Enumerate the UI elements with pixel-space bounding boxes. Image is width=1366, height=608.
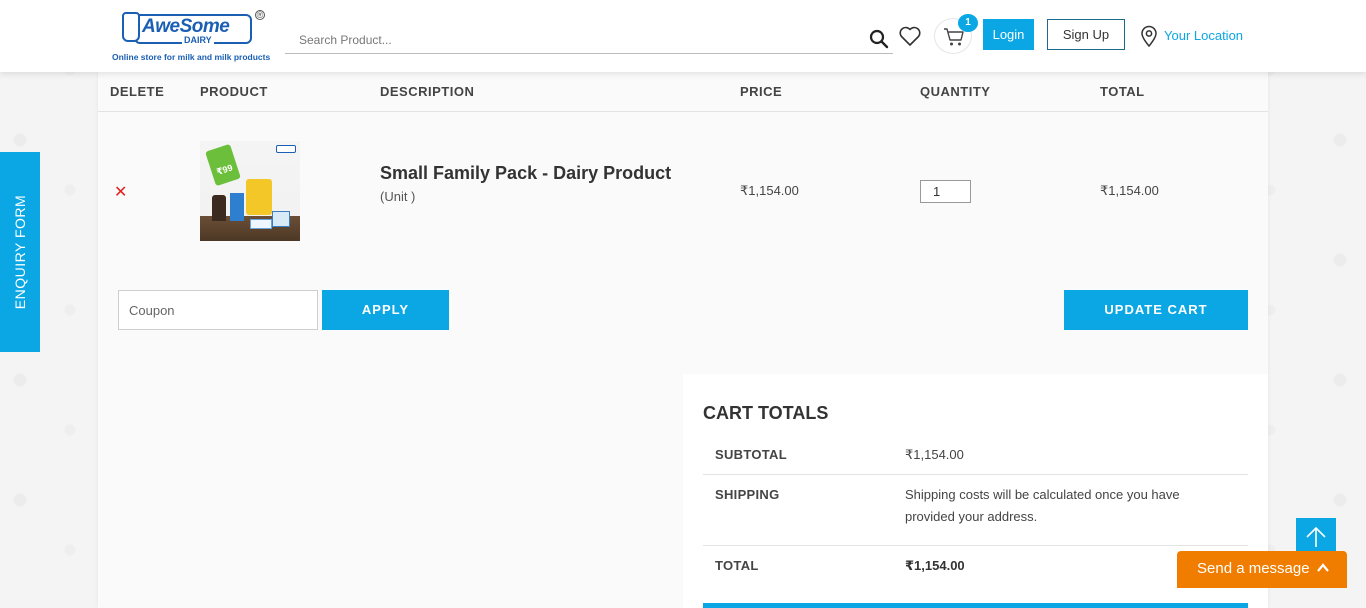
subtotal-value: ₹1,154.00 [905, 447, 964, 462]
total-row: TOTAL ₹1,154.00 [703, 546, 1248, 586]
total-value: ₹1,154.00 [905, 558, 965, 573]
column-header-delete: DELETE [110, 84, 165, 99]
send-message-label: Send a message [1197, 560, 1310, 577]
location-pin-icon [1141, 25, 1157, 47]
subtotal-label: SUBTOTAL [715, 447, 787, 462]
total-label: TOTAL [715, 558, 759, 573]
location-selector[interactable]: Your Location [1140, 24, 1260, 48]
column-header-product: PRODUCT [200, 84, 268, 99]
price-tag: ₹99 [205, 143, 241, 187]
product-image[interactable]: ₹99 [200, 141, 300, 241]
column-header-total: TOTAL [1100, 84, 1145, 99]
item-price: ₹1,154.00 [740, 183, 799, 198]
signup-button[interactable]: Sign Up [1047, 19, 1125, 50]
chevron-up-icon [1317, 563, 1329, 572]
image-pack [272, 211, 290, 227]
site-logo[interactable]: AweSome DAIRY ® Online store for milk an… [112, 10, 278, 64]
column-header-quantity: QUANTITY [920, 84, 991, 99]
registered-mark: ® [255, 10, 265, 20]
search-input[interactable] [299, 30, 859, 50]
image-pack [250, 219, 272, 229]
image-pack [230, 193, 244, 221]
table-row: ✕ ₹99 Small Family Pack - Dairy Product … [98, 112, 1268, 272]
shipping-row: SHIPPING Shipping costs will be calculat… [703, 475, 1248, 546]
cart-button[interactable]: 1 [934, 14, 978, 54]
column-header-price: PRICE [740, 84, 783, 99]
coupon-input[interactable] [118, 290, 318, 330]
send-message-chat-button[interactable]: Send a message [1177, 551, 1347, 588]
subtotal-row: SUBTOTAL ₹1,154.00 [703, 437, 1248, 475]
login-button[interactable]: Login [983, 19, 1034, 50]
shipping-note: Shipping costs will be calculated once y… [905, 487, 1180, 524]
arrow-up-icon [1306, 526, 1326, 547]
cart-count-badge: 1 [958, 14, 978, 32]
quantity-input[interactable] [920, 180, 971, 203]
shipping-label: SHIPPING [715, 487, 780, 502]
enquiry-form-tab[interactable]: ENQUIRY FORM [0, 152, 40, 352]
milk-bottle-icon [122, 12, 140, 42]
column-header-description: DESCRIPTION [380, 84, 475, 99]
location-label: Your Location [1164, 28, 1244, 43]
image-pack [246, 179, 272, 215]
apply-coupon-button[interactable]: APPLY [322, 290, 449, 330]
product-unit: (Unit ) [380, 189, 416, 204]
update-cart-button[interactable]: UPDATE CART [1064, 290, 1248, 330]
enquiry-form-label: ENQUIRY FORM [12, 194, 28, 310]
search-bar [285, 24, 893, 54]
wishlist-heart-icon[interactable] [898, 24, 922, 48]
site-header: AweSome DAIRY ® Online store for milk an… [0, 0, 1366, 72]
image-pack [212, 195, 226, 221]
checkout-button[interactable] [703, 603, 1248, 608]
logo-tagline: Online store for milk and milk products [112, 52, 271, 62]
search-icon[interactable] [869, 29, 889, 49]
logo-sub-brand: DAIRY [182, 35, 214, 45]
image-brand-badge [276, 145, 296, 153]
product-name-link[interactable]: Small Family Pack - Dairy Product [380, 163, 671, 184]
cart-section: DELETE PRODUCT DESCRIPTION PRICE QUANTIT… [98, 72, 1268, 608]
item-total: ₹1,154.00 [1100, 183, 1159, 198]
cart-table-header: DELETE PRODUCT DESCRIPTION PRICE QUANTIT… [98, 72, 1268, 112]
cart-totals-title: CART TOTALS [703, 403, 829, 423]
remove-item-close-icon[interactable]: ✕ [114, 182, 127, 202]
